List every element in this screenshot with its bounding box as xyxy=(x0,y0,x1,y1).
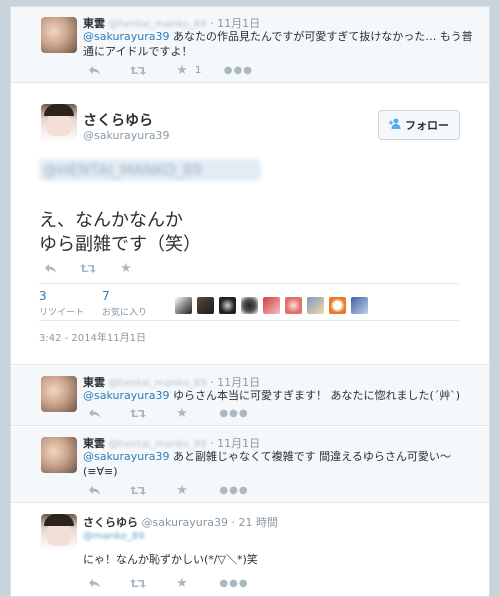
mention-link[interactable]: @sakurayura39 xyxy=(83,450,169,463)
timestamp[interactable]: 21 時間 xyxy=(238,516,278,529)
avatar[interactable] xyxy=(41,17,77,53)
user-name[interactable]: さくらゆら xyxy=(83,110,153,130)
retweet-icon[interactable] xyxy=(129,576,147,590)
tweet-text-body: にゃ！なんか恥ずかしい(*/▽＼*)笑 xyxy=(83,553,258,566)
favoriters-avatars xyxy=(175,297,368,314)
avatar[interactable] xyxy=(41,104,77,142)
avatar[interactable] xyxy=(307,297,324,314)
retweets-count: 3 xyxy=(39,289,47,303)
retweet-icon[interactable] xyxy=(129,63,147,77)
retweets-stat[interactable]: 3 リツイート xyxy=(39,289,84,318)
tweet-date[interactable]: 3:42 - 2014年11月1日 xyxy=(39,329,146,344)
avatar[interactable] xyxy=(329,297,346,314)
star-icon[interactable]: ★ xyxy=(173,63,191,78)
favorite-count: 1 xyxy=(195,64,202,76)
avatar[interactable] xyxy=(175,297,192,314)
retweet-icon[interactable] xyxy=(129,483,147,497)
tweet-conversation-card: 東雲 @hentai_manko_89 · 11月1日 @sakurayura3… xyxy=(10,6,490,597)
user-handle[interactable]: @sakurayura39 xyxy=(142,516,228,529)
tweet-text: @sakurayura39 あと副雑じゃなくて複雑です 間違えるゆらさん可愛い～… xyxy=(83,449,483,479)
ancestor-tweet[interactable]: 東雲 @hentai_manko_89 · 11月1日 @sakurayura3… xyxy=(11,7,489,83)
tweet-text-body-2: 通にアイドルですよ！ xyxy=(83,45,193,58)
tweet-text: @sakurayura39 ゆらさん本当に可愛すぎます！ あなたに惚れました(´… xyxy=(83,388,483,403)
more-icon[interactable]: ●●● xyxy=(219,406,247,420)
more-icon[interactable]: ●●● xyxy=(224,63,252,77)
retweets-label: リツイート xyxy=(39,308,85,318)
avatar[interactable] xyxy=(41,437,77,473)
tweet-actions: ★ 1 ●●● xyxy=(85,63,252,78)
reply-icon[interactable] xyxy=(85,483,103,497)
reply-tweet[interactable]: 東雲 @hentai_manko_89 · 11月1日 @sakurayura3… xyxy=(11,427,489,503)
reply-tweet[interactable]: さくらゆら @sakurayura39 · 21 時間 @manko_89 にゃ… xyxy=(11,504,489,596)
tweet-text-body-2: (≡∀≡) xyxy=(83,465,118,478)
mention-link[interactable]: @sakurayura39 xyxy=(83,389,169,402)
more-icon[interactable]: ●●● xyxy=(219,576,247,590)
person-plus-icon xyxy=(389,118,401,132)
divider xyxy=(39,320,459,321)
tweet-text-body: あと副雑じゃなくて複雑です 間違えるゆらさん可愛い～ xyxy=(169,450,451,463)
more-icon[interactable]: ●●● xyxy=(219,483,247,497)
avatar[interactable] xyxy=(219,297,236,314)
tweet-text: にゃ！なんか恥ずかしい(*/▽＼*)笑 xyxy=(83,552,483,567)
avatar[interactable] xyxy=(263,297,280,314)
tweet-actions: ★ xyxy=(41,261,135,276)
star-icon[interactable]: ★ xyxy=(173,576,191,591)
mention-link[interactable]: @manko_89 xyxy=(83,529,144,544)
reply-icon[interactable] xyxy=(41,261,59,275)
avatar[interactable] xyxy=(241,297,258,314)
star-icon[interactable]: ★ xyxy=(173,483,191,498)
avatar[interactable] xyxy=(41,514,77,550)
tweet-text: @sakurayura39 あなたの作品見たんですが可愛すぎて抜けなかった… も… xyxy=(83,29,483,59)
tweet-text: え、なんかなんか ゆら副雑です（笑） xyxy=(39,209,201,257)
blurred-mention[interactable]: @manko_89 xyxy=(83,528,144,544)
star-icon[interactable]: ★ xyxy=(173,406,191,421)
favorites-label: お気に入り xyxy=(102,308,148,318)
avatar[interactable] xyxy=(285,297,302,314)
tweet-actions: ★ ●●● xyxy=(85,406,248,421)
avatar[interactable] xyxy=(197,297,214,314)
tweet-text-line-1: え、なんかなんか xyxy=(39,210,183,231)
reply-tweet[interactable]: 東雲 @hentai_manko_89 · 11月1日 @sakurayura3… xyxy=(11,366,489,426)
reply-icon[interactable] xyxy=(85,406,103,420)
tweet-text-body: ゆらさん本当に可愛すぎます！ あなたに惚れました(´艸`) xyxy=(169,389,461,402)
tweet-text-line-2: ゆら副雑です（笑） xyxy=(39,234,201,255)
tweet-actions: ★ ●●● xyxy=(85,576,248,591)
blurred-mention[interactable]: @HENTAI_MANKO_89 xyxy=(39,159,261,181)
tweet-text-body: あなたの作品見たんですが可愛すぎて抜けなかった… もう普 xyxy=(169,30,473,43)
follow-button[interactable]: フォロー xyxy=(378,110,460,140)
tweet-actions: ★ ●●● xyxy=(85,483,248,498)
favorites-count: 7 xyxy=(102,289,110,303)
favorites-stat[interactable]: 7 お気に入り xyxy=(102,289,147,318)
divider xyxy=(39,283,459,284)
avatar[interactable] xyxy=(41,376,77,412)
mention-link[interactable]: @sakurayura39 xyxy=(83,30,169,43)
reply-icon[interactable] xyxy=(85,576,103,590)
follow-label: フォロー xyxy=(405,119,449,132)
retweet-icon[interactable] xyxy=(129,406,147,420)
reply-icon[interactable] xyxy=(85,63,103,77)
avatar[interactable] xyxy=(351,297,368,314)
star-icon[interactable]: ★ xyxy=(117,261,135,276)
separator: · xyxy=(231,516,235,529)
user-handle[interactable]: @sakurayura39 xyxy=(83,129,169,142)
retweet-icon[interactable] xyxy=(79,261,97,275)
